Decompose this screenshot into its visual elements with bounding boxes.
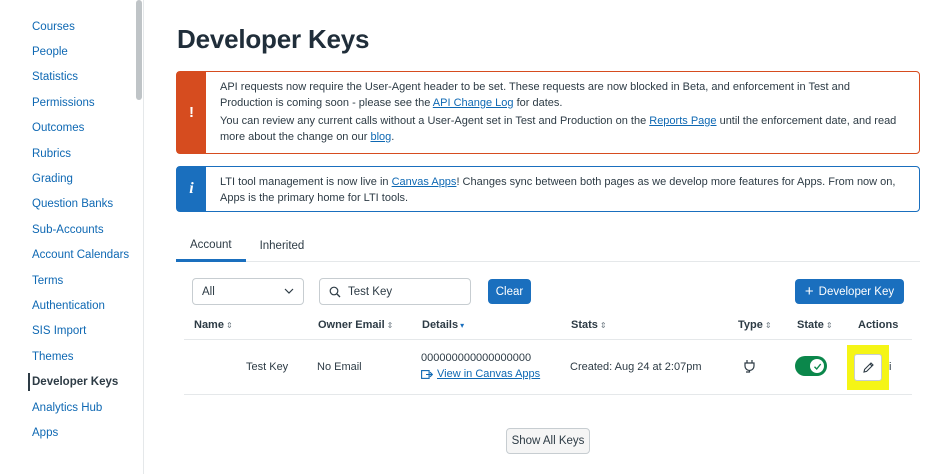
canvas-apps-link[interactable]: Canvas Apps	[392, 176, 457, 188]
reports-page-link[interactable]: Reports Page	[649, 115, 716, 127]
warning-text: You can review any current calls without…	[220, 115, 650, 127]
sidebar-item-statistics[interactable]: Statistics	[0, 65, 136, 90]
show-all-keys-button[interactable]: Show All Keys	[506, 428, 590, 454]
info-text: LTI tool management is now live in	[220, 176, 392, 188]
sidebar-item-courses[interactable]: Courses	[0, 14, 136, 39]
column-header-name[interactable]: Name ⇕	[194, 319, 233, 331]
lti-info-alert: i LTI tool management is now live in Can…	[176, 166, 920, 212]
info-alert-body: LTI tool management is now live in Canva…	[206, 167, 919, 211]
warning-alert-body: API requests now require the User-Agent …	[206, 72, 919, 153]
sidebar-item-terms[interactable]: Terms	[0, 268, 136, 293]
user-agent-warning-alert: ! API requests now require the User-Agen…	[176, 71, 920, 154]
external-open-icon	[421, 369, 433, 379]
key-owner-email: No Email	[317, 361, 362, 373]
view-in-canvas-apps-link[interactable]: View in Canvas Apps	[421, 368, 540, 380]
sidebar-list: Courses People Statistics Permissions Ou…	[0, 14, 136, 446]
column-header-owner-email[interactable]: Owner Email ⇕	[318, 319, 393, 331]
blog-link[interactable]: blog	[370, 131, 391, 143]
key-tabs: Account Inherited	[176, 230, 920, 262]
header-label: State	[797, 319, 824, 331]
page-title: Developer Keys	[177, 24, 370, 54]
search-input[interactable]: Test Key	[319, 278, 471, 305]
column-header-state[interactable]: State ⇕	[797, 319, 833, 331]
edit-key-button-highlight[interactable]	[847, 345, 889, 390]
clear-button[interactable]: Clear	[488, 279, 531, 304]
sidebar-item-apps[interactable]: Apps	[0, 420, 136, 445]
warning-paragraph-1: API requests now require the User-Agent …	[220, 80, 905, 111]
info-icon: i	[177, 167, 206, 211]
info-paragraph: LTI tool management is now live in Canva…	[220, 175, 905, 206]
sidebar-item-people[interactable]: People	[0, 39, 136, 64]
add-developer-key-label: Developer Key	[818, 285, 895, 298]
sort-icon: ⇕	[386, 321, 394, 330]
header-label: Stats	[571, 319, 598, 331]
sort-descending-icon: ▾	[460, 321, 465, 330]
sidebar-item-question-banks[interactable]: Question Banks	[0, 192, 136, 217]
sidebar-item-account-calendars[interactable]: Account Calendars	[0, 243, 136, 268]
search-input-value: Test Key	[348, 285, 393, 298]
column-header-details[interactable]: Details ▾	[422, 319, 464, 331]
header-label: Type	[738, 319, 763, 331]
sort-icon: ⇕	[599, 321, 607, 330]
exclamation-icon: !	[177, 72, 206, 153]
key-id: 000000000000000000	[421, 352, 532, 364]
sidebar-item-analytics-hub[interactable]: Analytics Hub	[0, 395, 136, 420]
filter-select-value: All	[202, 285, 215, 298]
plus-icon: +	[804, 283, 814, 300]
sort-icon: ⇕	[225, 321, 233, 330]
warning-text: .	[391, 130, 395, 143]
view-link-label: View in Canvas Apps	[437, 368, 541, 380]
header-label: Owner Email	[318, 319, 385, 331]
account-nav-sidebar: Courses People Statistics Permissions Ou…	[0, 0, 144, 474]
toggle-knob	[810, 359, 824, 373]
sort-icon: ⇕	[764, 321, 772, 330]
sidebar-item-grading[interactable]: Grading	[0, 166, 136, 191]
more-actions-icon[interactable]: i	[889, 361, 891, 373]
edit-key-button[interactable]	[854, 354, 882, 381]
header-label: Name	[194, 319, 224, 331]
header-label: Details	[422, 319, 459, 331]
sidebar-item-themes[interactable]: Themes	[0, 344, 136, 369]
sidebar-item-sub-accounts[interactable]: Sub-Accounts	[0, 217, 136, 242]
sidebar-scrollbar[interactable]	[136, 0, 142, 100]
warning-text: for dates.	[513, 96, 563, 109]
sidebar-item-permissions[interactable]: Permissions	[0, 90, 136, 115]
check-icon	[813, 363, 821, 370]
column-header-actions: Actions	[858, 319, 899, 331]
search-icon	[329, 286, 341, 298]
key-stats: Created: Aug 24 at 2:07pm	[570, 361, 702, 373]
sidebar-item-rubrics[interactable]: Rubrics	[0, 141, 136, 166]
filter-select[interactable]: All	[192, 278, 304, 305]
column-header-stats[interactable]: Stats ⇕	[571, 319, 607, 331]
api-change-log-link[interactable]: API Change Log	[433, 97, 514, 109]
sort-icon: ⇕	[825, 321, 833, 330]
tab-account[interactable]: Account	[176, 230, 246, 262]
sidebar-item-outcomes[interactable]: Outcomes	[0, 116, 136, 141]
key-name: Test Key	[246, 361, 289, 373]
tab-inherited[interactable]: Inherited	[246, 230, 319, 262]
add-developer-key-button[interactable]: + Developer Key	[795, 279, 904, 304]
chevron-down-icon	[284, 288, 294, 294]
warning-paragraph-2: You can review any current calls without…	[220, 114, 905, 145]
state-toggle[interactable]	[795, 356, 827, 376]
pencil-icon	[862, 362, 874, 373]
sidebar-item-developer-keys[interactable]: Developer Keys	[0, 369, 136, 394]
column-header-type[interactable]: Type ⇕	[738, 319, 772, 331]
sidebar-item-sis-import[interactable]: SIS Import	[0, 319, 136, 344]
plug-icon	[744, 360, 755, 373]
sidebar-item-authentication[interactable]: Authentication	[0, 293, 136, 318]
